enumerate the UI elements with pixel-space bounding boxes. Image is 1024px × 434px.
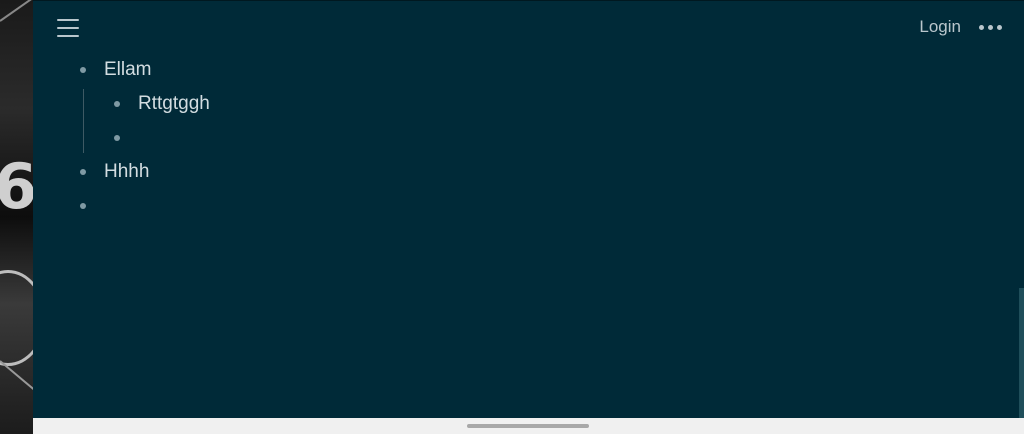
list-item[interactable]: Ellam bbox=[80, 53, 210, 87]
background-graphic: 6 bbox=[0, 150, 33, 223]
list-item[interactable]: Hhhh bbox=[80, 155, 210, 189]
list-item[interactable]: Rttgtggh bbox=[114, 87, 210, 121]
list-item[interactable] bbox=[80, 189, 210, 223]
header-actions: Login bbox=[919, 17, 1002, 37]
list-item-children: Rttgtggh bbox=[83, 87, 210, 155]
bullet-icon[interactable] bbox=[80, 169, 86, 175]
bullet-icon[interactable] bbox=[114, 101, 120, 107]
list-item-text[interactable]: Hhhh bbox=[104, 161, 149, 183]
list-item-text[interactable]: Ellam bbox=[104, 59, 152, 81]
gesture-handle[interactable] bbox=[467, 424, 589, 428]
list-item[interactable] bbox=[114, 121, 210, 155]
screen: 6 Login Ellam Rttgtggh Hhhh bbox=[0, 0, 1024, 434]
bullet-icon[interactable] bbox=[114, 135, 120, 141]
bullet-icon[interactable] bbox=[80, 67, 86, 73]
app-panel: Login Ellam Rttgtggh Hhhh bbox=[33, 0, 1024, 419]
more-horizontal-icon[interactable] bbox=[979, 19, 1002, 36]
outline-list: Ellam Rttgtggh Hhhh bbox=[80, 53, 210, 223]
hamburger-menu-icon[interactable] bbox=[57, 19, 79, 37]
scrollbar[interactable] bbox=[1019, 288, 1024, 419]
background-line bbox=[0, 360, 33, 391]
bullet-icon[interactable] bbox=[80, 203, 86, 209]
background-photo-strip: 6 bbox=[0, 0, 33, 434]
list-item-text[interactable]: Rttgtggh bbox=[138, 93, 210, 115]
login-button[interactable]: Login bbox=[919, 17, 961, 37]
background-line bbox=[0, 0, 33, 22]
system-navigation-bar bbox=[33, 418, 1024, 434]
background-arc bbox=[0, 270, 33, 366]
